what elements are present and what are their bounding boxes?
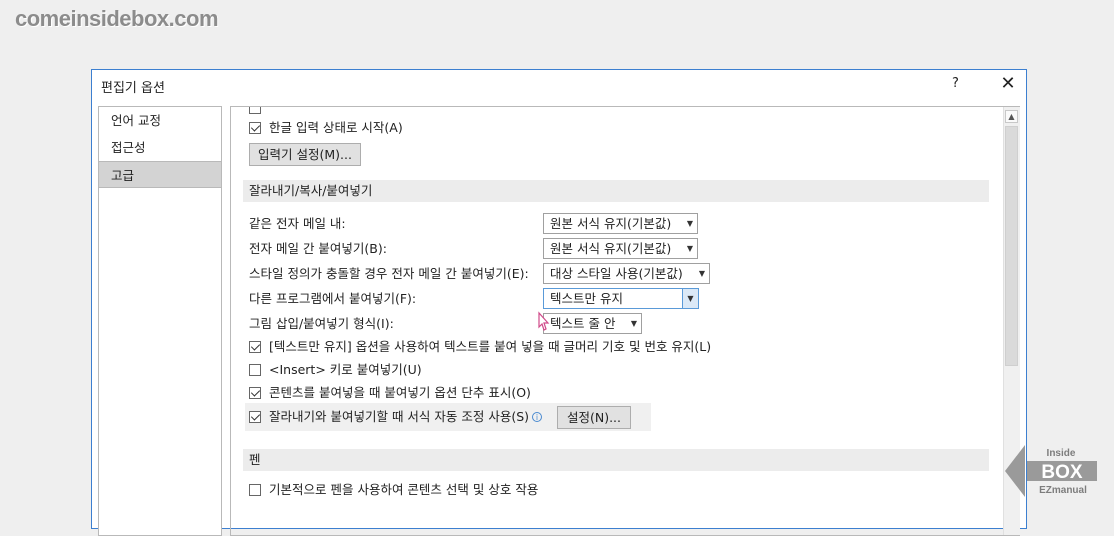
sidebar-item-accessibility[interactable]: 접근성 [99, 134, 221, 161]
select-value: 원본 서식 유지(기본값) [550, 216, 672, 231]
paste-within-email-select[interactable]: 원본 서식 유지(기본값) ▼ [543, 213, 698, 234]
mouse-pointer-icon [538, 311, 550, 331]
info-icon[interactable]: i [532, 412, 543, 422]
paste-option-label: 스타일 정의가 충돌할 경우 전자 메일 간 붙여넣기(E): [249, 266, 529, 281]
keep-bullets-label: [텍스트만 유지] 옵션을 사용하여 텍스트를 붙여 넣을 때 글머리 기호 및… [269, 339, 712, 354]
options-content: 한글 입력 상태로 시작(A) 입력기 설정(M)... 잘라내기/복사/붙여넣… [230, 106, 1020, 536]
hangul-start-option[interactable]: 한글 입력 상태로 시작(A) [249, 118, 403, 138]
sidebar-item-advanced[interactable]: 고급 [99, 161, 221, 188]
options-sidebar: 언어 교정 접근성 고급 [98, 106, 222, 536]
section-pen: 펜 [243, 449, 989, 471]
dialog-title: 편집기 옵션 [101, 81, 165, 96]
pen-select-option[interactable]: 기본적으로 펜을 사용하여 콘텐츠 선택 및 상호 작용 [249, 480, 538, 500]
paste-option-label: 그림 삽입/붙여넣기 형식(I): [249, 316, 394, 331]
sidebar-item-proofing[interactable]: 언어 교정 [99, 107, 221, 134]
pen-select-checkbox[interactable] [249, 484, 261, 496]
smart-paste-settings-button[interactable]: 설정(N)... [557, 406, 631, 429]
select-value: 대상 스타일 사용(기본값) [550, 266, 683, 281]
paste-option-label: 다른 프로그램에서 붙여넣기(F): [249, 291, 417, 306]
pen-select-label: 기본적으로 펜을 사용하여 콘텐츠 선택 및 상호 작용 [269, 482, 539, 497]
insidebox-logo: Inside BOX EZmanual [1005, 445, 1097, 497]
smart-cut-paste-option[interactable]: 잘라내기와 붙여넣기할 때 서식 자동 조정 사용(S) i [249, 407, 543, 427]
logo-top-text: Inside [1047, 448, 1076, 459]
logo-main-text: BOX [1041, 462, 1083, 483]
picture-insert-format-select[interactable]: 텍스트 줄 안 ▼ [543, 313, 642, 334]
close-button[interactable]: ✕ [996, 71, 1020, 97]
paste-between-emails-select[interactable]: 원본 서식 유지(기본값) ▼ [543, 238, 698, 259]
cut-off-option [249, 107, 269, 118]
section-cut-copy-paste: 잘라내기/복사/붙여넣기 [243, 180, 989, 202]
ime-settings-button[interactable]: 입력기 설정(M)... [249, 143, 361, 166]
show-paste-options-checkbox[interactable] [249, 387, 261, 399]
paste-option-label: 같은 전자 메일 내: [249, 216, 346, 231]
watermark-text: comeinsidebox.com [15, 6, 219, 31]
paste-option-label: 전자 메일 간 붙여넣기(B): [249, 241, 387, 256]
editor-options-dialog: 편집기 옵션 ? ✕ 언어 교정 접근성 고급 한글 입력 상태로 시작(A) … [91, 69, 1027, 536]
smart-cut-paste-label: 잘라내기와 붙여넣기할 때 서식 자동 조정 사용(S) [269, 409, 530, 424]
dropdown-arrow-icon: ▼ [686, 219, 693, 228]
logo-bottom-text: EZmanual [1039, 485, 1087, 496]
keep-bullets-checkbox[interactable] [249, 341, 261, 353]
dropdown-arrow-icon: ▼ [630, 319, 637, 328]
scroll-up-icon[interactable]: ▲ [1005, 110, 1018, 123]
scroll-thumb[interactable] [1005, 126, 1018, 366]
dropdown-arrow-icon: ▼ [686, 244, 693, 253]
insert-key-paste-checkbox[interactable] [249, 364, 261, 376]
select-value: 텍스트 줄 안 [550, 316, 616, 331]
select-value: 원본 서식 유지(기본값) [550, 241, 672, 256]
show-paste-options-label: 콘텐츠를 붙여넣을 때 붙여넣기 옵션 단추 표시(O) [269, 385, 531, 400]
hangul-start-label: 한글 입력 상태로 시작(A) [269, 120, 403, 135]
dropdown-arrow-icon: ▼ [682, 289, 698, 308]
dropdown-arrow-icon: ▼ [698, 269, 705, 278]
paste-style-conflict-select[interactable]: 대상 스타일 사용(기본값) ▼ [543, 263, 710, 284]
select-value: 텍스트만 유지 [550, 291, 623, 306]
paste-other-programs-select[interactable]: 텍스트만 유지 ▼ [543, 288, 699, 309]
smart-cut-paste-checkbox[interactable] [249, 411, 261, 423]
hangul-start-checkbox[interactable] [249, 122, 261, 134]
show-paste-options-option[interactable]: 콘텐츠를 붙여넣을 때 붙여넣기 옵션 단추 표시(O) [249, 383, 531, 403]
checkbox[interactable] [249, 107, 261, 114]
keep-bullets-option[interactable]: [텍스트만 유지] 옵션을 사용하여 텍스트를 붙여 넣을 때 글머리 기호 및… [249, 337, 711, 357]
insert-key-paste-label: <Insert> 키로 붙여넣기(U) [269, 362, 422, 377]
insert-key-paste-option[interactable]: <Insert> 키로 붙여넣기(U) [249, 360, 422, 380]
help-button[interactable]: ? [952, 76, 959, 91]
